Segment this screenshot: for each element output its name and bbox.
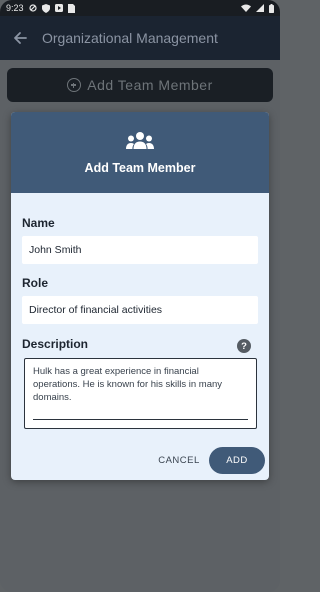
role-input[interactable]: Director of financial activities (22, 296, 258, 324)
battery-icon (269, 3, 274, 13)
app-screen: 9:23 Organizational Management Add Team … (0, 0, 280, 592)
plus-circle-icon (67, 78, 82, 92)
description-label: Description (22, 337, 89, 351)
arrow-left-icon[interactable] (12, 30, 28, 46)
add-team-member-dialog: Add Team Member Name John Smith Role Dir… (11, 112, 269, 480)
description-text: Hulk has a great experience in financial… (33, 366, 223, 403)
add-button[interactable]: ADD (209, 447, 265, 474)
status-time: 9:23 (6, 3, 24, 13)
status-bar: 9:23 (0, 0, 280, 16)
description-underline (33, 419, 248, 420)
app-title: Organizational Management (42, 30, 218, 46)
add-team-member-button[interactable]: Add Team Member (7, 68, 273, 102)
name-input[interactable]: John Smith (22, 236, 258, 264)
dialog-title: Add Team Member (84, 160, 196, 175)
wifi-icon (241, 4, 251, 12)
group-icon (126, 131, 154, 149)
role-label: Role (22, 276, 49, 290)
app-bar: Organizational Management (0, 16, 280, 60)
cancel-button[interactable]: CANCEL (149, 450, 209, 470)
shield-icon (41, 3, 50, 13)
notification-icon (28, 4, 37, 12)
help-icon[interactable]: ? (237, 339, 251, 353)
add-team-member-label: Add Team Member (87, 77, 213, 93)
play-icon (54, 4, 63, 12)
signal-icon (256, 4, 264, 12)
description-input[interactable]: Hulk has a great experience in financial… (24, 358, 257, 429)
dialog-header: Add Team Member (11, 112, 269, 193)
name-label: Name (22, 216, 55, 230)
sim-card-icon (67, 3, 75, 13)
